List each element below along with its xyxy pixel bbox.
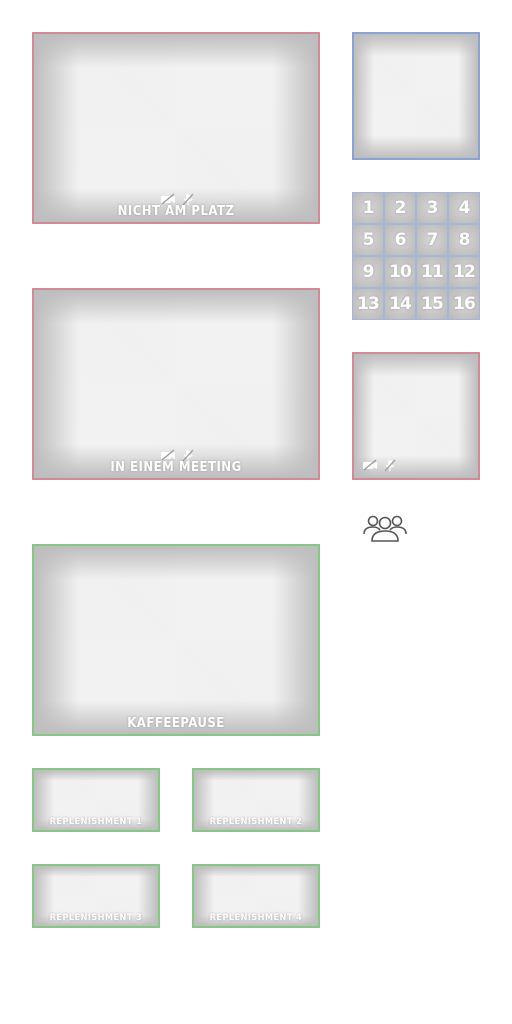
video-tile-in-einem-meeting[interactable]: IN EINEM MEETING: [32, 288, 320, 480]
grid-cell-7[interactable]: 7: [416, 224, 448, 256]
grid-cell-6[interactable]: 6: [384, 224, 416, 256]
replenishment-tile-2[interactable]: REPLENISHMENT 2: [192, 768, 320, 832]
grid-cell-2[interactable]: 2: [384, 192, 416, 224]
tile-status-label: IN EINEM MEETING: [110, 460, 242, 475]
video-tile-kaffeepause[interactable]: KAFFEEPAUSE: [32, 544, 320, 736]
tile-label: REPLENISHMENT 4: [209, 913, 303, 923]
media-status-icons: [362, 459, 396, 472]
grid-cell-9[interactable]: 9: [352, 256, 384, 288]
grid-cell-3[interactable]: 3: [416, 192, 448, 224]
tile-status-label: KAFFEEPAUSE: [127, 716, 225, 731]
mic-off-icon: [384, 459, 396, 472]
grid-cell-11[interactable]: 11: [416, 256, 448, 288]
preview-tile-bottom[interactable]: [352, 352, 480, 480]
grid-cell-1[interactable]: 1: [352, 192, 384, 224]
grid-cell-12[interactable]: 12: [448, 256, 480, 288]
video-tile-nicht-am-platz[interactable]: NICHT AM PLATZ: [32, 32, 320, 224]
layout-grid-selector: 1 2 3 4 5 6 7 8 9 10 11 12 13 14 15 16: [352, 192, 480, 320]
replenishment-tile-1[interactable]: REPLENISHMENT 1: [32, 768, 160, 832]
grid-cell-15[interactable]: 15: [416, 288, 448, 320]
replenishment-tile-3[interactable]: REPLENISHMENT 3: [32, 864, 160, 928]
grid-cell-4[interactable]: 4: [448, 192, 480, 224]
grid-cell-14[interactable]: 14: [384, 288, 416, 320]
replenishment-tile-4[interactable]: REPLENISHMENT 4: [192, 864, 320, 928]
grid-cell-13[interactable]: 13: [352, 288, 384, 320]
grid-cell-5[interactable]: 5: [352, 224, 384, 256]
tile-label: REPLENISHMENT 2: [209, 817, 303, 827]
people-group-icon[interactable]: [362, 512, 408, 549]
preview-tile-top[interactable]: [352, 32, 480, 160]
grid-cell-10[interactable]: 10: [384, 256, 416, 288]
tile-label: REPLENISHMENT 1: [49, 817, 143, 827]
camera-off-icon: [362, 459, 378, 472]
grid-cell-8[interactable]: 8: [448, 224, 480, 256]
tile-status-label: NICHT AM PLATZ: [117, 204, 235, 219]
tile-label: REPLENISHMENT 3: [49, 913, 143, 923]
grid-cell-16[interactable]: 16: [448, 288, 480, 320]
